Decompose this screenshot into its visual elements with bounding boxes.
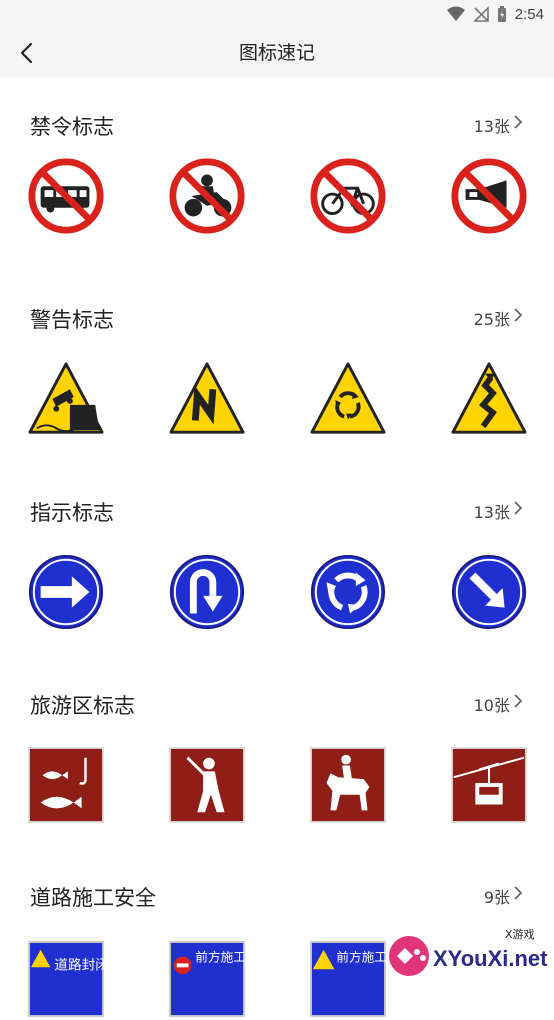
cable-car-sign-icon[interactable] xyxy=(450,746,528,824)
embankment-warning-icon[interactable] xyxy=(27,360,105,438)
no-horn-sign-icon[interactable] xyxy=(450,157,528,235)
section-count[interactable]: 9张 xyxy=(484,884,510,908)
chevron-right-icon[interactable] xyxy=(512,308,524,322)
construction-ahead-sign-icon[interactable]: 前方施工 xyxy=(168,940,246,1018)
section-title: 警告标志 xyxy=(30,308,114,332)
section-count[interactable]: 13张 xyxy=(474,499,510,523)
u-turn-sign-icon[interactable] xyxy=(168,553,246,631)
sign-text: 道路封闭 xyxy=(54,957,105,973)
watermark-brand: XYouXi.net xyxy=(433,946,548,971)
golf-sign-icon[interactable] xyxy=(168,746,246,824)
no-signal-icon xyxy=(472,6,489,22)
section-count[interactable]: 10张 xyxy=(474,692,510,716)
status-time: 2:54 xyxy=(514,5,544,23)
section-count[interactable]: 25张 xyxy=(474,306,510,330)
horse-riding-sign-icon[interactable] xyxy=(309,746,387,824)
section-warning: 警告标志 25张 xyxy=(0,304,554,444)
construction-caution-sign-icon[interactable]: 前方施工 xyxy=(309,940,387,1018)
status-bar: 2:54 xyxy=(0,0,554,28)
section-count[interactable]: 13张 xyxy=(474,113,510,137)
battery-icon xyxy=(497,5,506,22)
wifi-icon xyxy=(446,6,465,21)
keep-right-sign-icon[interactable] xyxy=(450,553,528,631)
no-bicycle-sign-icon[interactable] xyxy=(309,157,387,235)
section-prohibition: 禁令标志 13张 xyxy=(0,111,554,251)
chevron-right-icon[interactable] xyxy=(512,115,524,129)
no-motorcycle-sign-icon[interactable] xyxy=(168,157,246,235)
app-header: 图标速记 xyxy=(0,28,554,78)
section-title: 旅游区标志 xyxy=(30,694,135,718)
section-title: 道路施工安全 xyxy=(30,886,156,910)
section-tourist: 旅游区标志 10张 xyxy=(0,690,554,830)
chevron-right-icon[interactable] xyxy=(512,694,524,708)
sign-text: 前方施工 xyxy=(195,949,246,964)
section-title: 禁令标志 xyxy=(30,115,114,139)
go-right-sign-icon[interactable] xyxy=(27,553,105,631)
winding-road-warning-icon[interactable] xyxy=(450,360,528,438)
sign-text: 前方施工 xyxy=(336,949,387,964)
road-closed-sign-icon[interactable]: 道路封闭 xyxy=(27,940,105,1018)
roundabout-sign-icon[interactable] xyxy=(309,553,387,631)
chevron-right-icon[interactable] xyxy=(512,501,524,515)
chevron-right-icon[interactable] xyxy=(512,886,524,900)
watermark-tag: X游戏 xyxy=(505,928,535,941)
page-title: 图标速记 xyxy=(238,42,315,64)
no-bus-sign-icon[interactable] xyxy=(27,157,105,235)
roundabout-warning-icon[interactable] xyxy=(309,360,387,438)
fishing-sign-icon[interactable] xyxy=(27,746,105,824)
section-mandatory: 指示标志 13张 xyxy=(0,497,554,637)
sharp-curve-warning-icon[interactable] xyxy=(168,360,246,438)
watermark-logo: X游戏 XYouXi.net xyxy=(389,928,548,976)
section-title: 指示标志 xyxy=(30,501,114,525)
